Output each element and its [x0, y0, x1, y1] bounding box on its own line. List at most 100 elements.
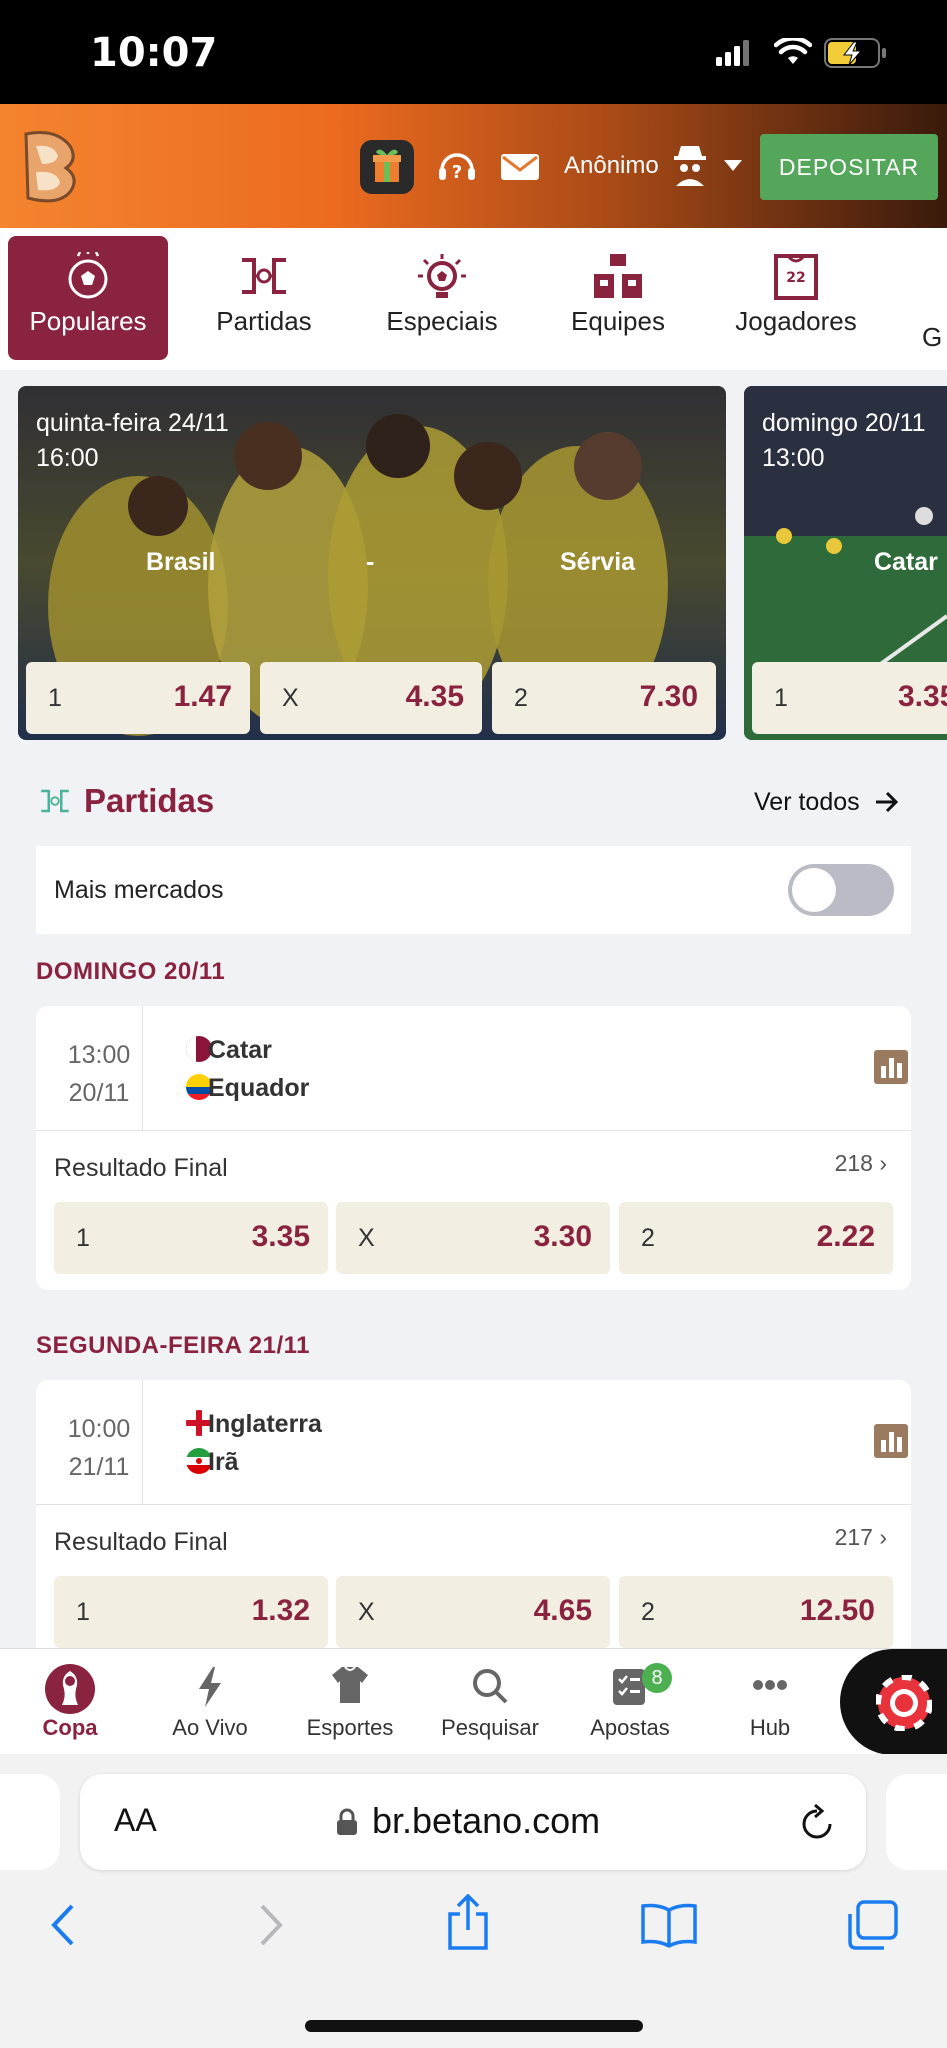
odd-button-1[interactable]: 1 1.47 — [26, 662, 250, 734]
signal-icon — [716, 40, 749, 66]
odd-button-2[interactable]: 2 2.22 — [619, 1202, 893, 1274]
lock-icon — [337, 1808, 357, 1835]
nav-hub[interactable]: Hub — [700, 1649, 840, 1755]
divider — [142, 1380, 143, 1504]
status-bar: 10:07 — [0, 0, 947, 104]
chevron-right-icon: › — [879, 1150, 887, 1176]
partidas-section: Partidas Ver todos Mais mercados DOMINGO… — [18, 760, 911, 1664]
see-all-link[interactable]: Ver todos — [754, 788, 860, 817]
prev-tab-peek[interactable] — [0, 1774, 60, 1870]
odd-button-1[interactable]: 1 3.35 — [752, 662, 947, 734]
more-dots-icon — [753, 1680, 787, 1690]
reload-icon[interactable] — [798, 1802, 836, 1842]
user-name[interactable]: Anônimo — [564, 152, 659, 180]
anonymous-user-icon[interactable] — [672, 144, 708, 188]
tab-label: Especiais — [386, 306, 498, 336]
app-header: ? Anônimo DEPOSITAR — [0, 104, 947, 228]
odd-button-x[interactable]: X 4.65 — [336, 1576, 610, 1648]
stats-icon[interactable] — [874, 1424, 908, 1458]
odd-button-1[interactable]: 1 3.35 — [54, 1202, 328, 1274]
nav-apostas[interactable]: 8 Apostas — [560, 1649, 700, 1755]
next-tab-peek[interactable] — [886, 1774, 947, 1870]
tab-label: Populares — [29, 306, 147, 336]
tab-jogadores[interactable]: 22 Jogadores — [716, 236, 876, 360]
divider — [142, 1006, 143, 1130]
more-markets-row: Mais mercados — [36, 846, 911, 934]
odd-button-2[interactable]: 2 12.50 — [619, 1576, 893, 1648]
tab-label: Jogadores — [735, 306, 857, 336]
nav-pesquisar[interactable]: Pesquisar — [420, 1649, 560, 1755]
help-icon[interactable]: ? — [434, 144, 480, 190]
match-time: 13:00 20/11 — [67, 1041, 131, 1107]
gift-button[interactable] — [360, 140, 414, 194]
deposit-button[interactable]: DEPOSITAR — [760, 134, 938, 200]
text-size-button[interactable]: AA — [114, 1802, 157, 1839]
more-markets-toggle[interactable] — [788, 864, 894, 916]
match-time: 10:00 21/11 — [67, 1415, 131, 1481]
odd-button-x[interactable]: X 3.30 — [336, 1202, 610, 1274]
match-card-catar-equador[interactable]: 13:00 20/11 Catar Equador Resultado Fina… — [36, 1006, 911, 1290]
lightning-icon — [199, 1667, 221, 1707]
divider — [36, 1504, 911, 1505]
nav-copa[interactable]: Copa — [0, 1649, 140, 1755]
bookmarks-icon[interactable] — [640, 1902, 698, 1948]
chevron-down-icon[interactable] — [724, 160, 742, 172]
away-team: Sérvia — [560, 548, 636, 576]
vs-separator: - — [366, 548, 375, 576]
gift-icon — [373, 149, 401, 182]
versus-icon — [41, 789, 69, 813]
stats-icon[interactable] — [874, 1050, 908, 1084]
date-header: SEGUNDA-FEIRA 21/11 — [36, 1332, 311, 1359]
versus-icon — [242, 258, 286, 294]
betano-logo[interactable] — [16, 126, 82, 206]
tab-populares[interactable]: Populares — [8, 236, 168, 360]
toggle-knob — [792, 868, 836, 912]
bets-badge: 8 — [642, 1663, 672, 1693]
tab-label: Equipes — [571, 306, 665, 336]
more-markets-label: Mais mercados — [54, 876, 224, 904]
away-team: Equador — [208, 1074, 310, 1102]
home-team: Inglaterra — [208, 1410, 322, 1438]
home-team: Brasil — [146, 548, 216, 576]
tab-label: Partidas — [216, 306, 312, 336]
tab-label: G — [922, 322, 943, 352]
chevron-right-icon: › — [879, 1524, 887, 1550]
player-shirt-icon: 22 — [774, 254, 818, 300]
odd-button-x[interactable]: X 4.35 — [260, 662, 482, 734]
mail-icon[interactable] — [500, 152, 540, 182]
casino-chip-button[interactable] — [840, 1649, 947, 1755]
bottom-nav: Copa Ao Vivo Esportes Pesquisar 8 Aposta… — [0, 1648, 947, 1755]
hero-card-brasil-servia[interactable]: quinta-feira 24/11 16:00 Brasil - Sérvia… — [18, 386, 726, 740]
lightbulb-ball-icon — [418, 254, 466, 298]
svg-text:?: ? — [452, 162, 462, 183]
forward-icon[interactable] — [256, 1902, 286, 1948]
section-title: Partidas — [84, 782, 215, 819]
tab-especiais[interactable]: Especiais — [362, 236, 522, 360]
tab-equipes[interactable]: Equipes — [538, 236, 698, 360]
svg-text:22: 22 — [786, 270, 805, 286]
odd-button-2[interactable]: 2 7.30 — [492, 662, 716, 734]
market-count[interactable]: 217 › — [835, 1524, 887, 1551]
shirt-icon — [332, 1666, 368, 1703]
match-card-inglaterra-ira[interactable]: 10:00 21/11 Inglaterra Irã Resultado Fin… — [36, 1380, 911, 1664]
nav-ao-vivo[interactable]: Ao Vivo — [140, 1649, 280, 1755]
tab-more[interactable]: G — [922, 236, 947, 360]
back-icon[interactable] — [48, 1902, 78, 1948]
share-icon[interactable] — [446, 1894, 490, 1950]
hero-card-catar[interactable]: domingo 20/11 13:00 Catar 1 3.35 — [744, 386, 947, 740]
arrow-right-icon[interactable] — [874, 790, 900, 814]
home-indicator — [305, 2020, 643, 2032]
match-datetime: quinta-feira 24/11 16:00 — [36, 409, 229, 472]
tabs-icon[interactable] — [846, 1900, 898, 1950]
clock: 10:07 — [90, 30, 218, 76]
market-count[interactable]: 218 › — [835, 1150, 887, 1177]
odd-button-1[interactable]: 1 1.32 — [54, 1576, 328, 1648]
tab-partidas[interactable]: Partidas — [184, 236, 344, 360]
address-bar[interactable]: AA br.betano.com — [80, 1774, 866, 1870]
team-shirts-icon — [594, 254, 642, 298]
divider — [36, 1130, 911, 1131]
battery-icon — [824, 38, 886, 68]
url-text: br.betano.com — [372, 1800, 601, 1841]
soccer-ball-icon — [68, 252, 108, 299]
nav-esportes[interactable]: Esportes — [280, 1649, 420, 1755]
